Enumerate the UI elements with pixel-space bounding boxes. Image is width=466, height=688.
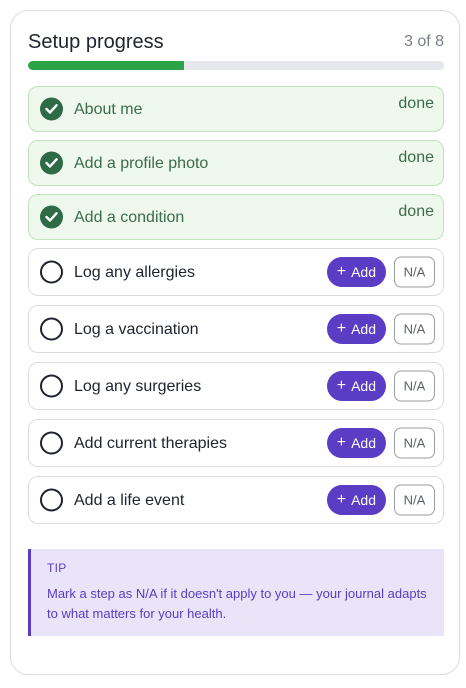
step-label: Log a vaccination [74, 320, 199, 338]
check-circle-icon [40, 151, 63, 175]
add-button-label: Add [351, 264, 376, 280]
empty-circle-icon[interactable] [40, 317, 63, 341]
na-button[interactable]: N/A [394, 256, 435, 288]
add-button[interactable]: + Add [326, 314, 386, 344]
empty-circle-icon[interactable] [40, 431, 63, 455]
add-button-label: Add [351, 378, 376, 394]
add-button-label: Add [351, 321, 376, 337]
progress-count: 3 of 8 [403, 33, 444, 50]
progress-bar-fill [28, 61, 184, 70]
progress-bar [28, 61, 444, 70]
na-button[interactable]: N/A [394, 370, 435, 402]
add-button[interactable]: + Add [326, 371, 386, 401]
done-status: done [398, 149, 434, 166]
step-log-surgeries: Log any surgeries + Add N/A [28, 362, 444, 410]
done-status: done [398, 203, 434, 220]
na-button[interactable]: N/A [394, 427, 435, 459]
tip-box: TIP Mark a step as N/A if it doesn't app… [28, 549, 444, 636]
step-label: About me [74, 100, 143, 118]
check-circle-icon [40, 97, 63, 121]
add-button[interactable]: + Add [326, 428, 386, 458]
add-button-label: Add [351, 492, 376, 508]
step-label: Add a condition [74, 208, 185, 226]
step-label: Add current therapies [74, 434, 227, 452]
empty-circle-icon[interactable] [40, 488, 63, 512]
tip-label: TIP [47, 561, 67, 575]
step-add-profile-photo[interactable]: Add a profile photo done [28, 140, 444, 186]
na-button[interactable]: N/A [394, 313, 435, 345]
na-button[interactable]: N/A [394, 484, 435, 516]
plus-icon: + [336, 376, 347, 394]
step-log-vaccination: Log a vaccination + Add N/A [28, 305, 444, 353]
step-label: Log any surgeries [74, 377, 202, 395]
step-add-therapies: Add current therapies + Add N/A [28, 419, 444, 467]
add-button[interactable]: + Add [326, 485, 386, 515]
step-list: About me done Add a profile photo done A… [28, 86, 444, 533]
step-about-me[interactable]: About me done [28, 86, 444, 132]
add-button-label: Add [351, 435, 376, 451]
step-label: Add a life event [74, 491, 185, 509]
plus-icon: + [336, 490, 347, 508]
step-add-condition[interactable]: Add a condition done [28, 194, 444, 240]
card-header: Setup progress 3 of 8 [28, 29, 444, 55]
done-status: done [398, 95, 434, 112]
empty-circle-icon[interactable] [40, 260, 63, 284]
step-log-allergies: Log any allergies + Add N/A [28, 248, 444, 296]
tip-text: Mark a step as N/A if it doesn't apply t… [47, 586, 427, 621]
plus-icon: + [336, 319, 347, 337]
card-title: Setup progress [28, 30, 164, 53]
check-circle-icon [40, 205, 63, 229]
step-label: Log any allergies [74, 263, 195, 281]
add-button[interactable]: + Add [326, 257, 386, 287]
plus-icon: + [336, 433, 347, 451]
empty-circle-icon[interactable] [40, 374, 63, 398]
setup-progress-card: Setup progress 3 of 8 About me done Add … [10, 10, 460, 675]
plus-icon: + [336, 262, 347, 280]
step-add-life-event: Add a life event + Add N/A [28, 476, 444, 524]
step-label: Add a profile photo [74, 154, 209, 172]
